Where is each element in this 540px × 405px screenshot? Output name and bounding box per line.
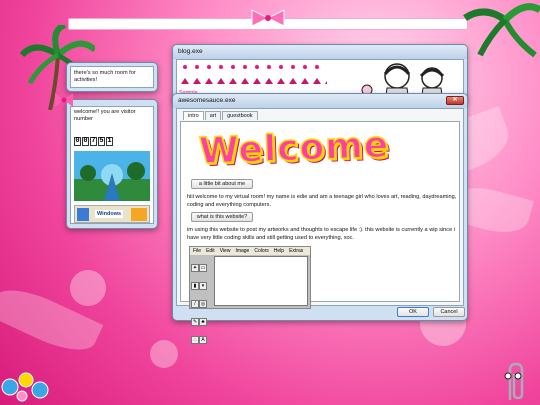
airbrush-icon[interactable]: ∴ <box>191 336 199 344</box>
visitor-text: welcome!! you are visitor number <box>74 109 136 122</box>
free-select-icon[interactable]: ✦ <box>191 264 199 272</box>
welcome-heading: Welcome <box>198 124 391 173</box>
eraser-icon[interactable]: ▮ <box>191 282 199 290</box>
visitor-window[interactable]: welcome!! you are visitor number 0 0 7 5… <box>66 99 158 229</box>
paint-toolbox: ✦ ▭ ▮ ▾ / ◎ ✎ ♣ ∴ A <box>191 256 211 346</box>
tab-intro[interactable]: intro <box>183 111 204 120</box>
magnifier-icon[interactable]: ◎ <box>199 300 207 308</box>
counter-digit: 5 <box>98 137 105 146</box>
visitor-counter: 0 0 7 5 1 <box>74 137 113 146</box>
background-flower <box>150 340 178 368</box>
paint-menu: File Edit View Image Colors Help Extras <box>190 247 310 255</box>
website-info-button[interactable]: what is this website? <box>191 212 253 222</box>
paint-menu-help[interactable]: Help <box>274 248 284 254</box>
counter-digit: 1 <box>106 137 113 146</box>
pink-bow-icon <box>55 93 73 107</box>
about-text: hiii welcome to my virtual room! my name… <box>187 194 457 208</box>
tab-art[interactable]: art <box>204 111 222 120</box>
bow-icon <box>251 9 285 27</box>
picker-icon[interactable]: / <box>191 300 199 308</box>
flower-gems-icon <box>1 372 49 402</box>
fill-icon[interactable]: ▾ <box>199 282 207 290</box>
paint-menu-colors[interactable]: Colors <box>254 248 268 254</box>
background-flower <box>70 270 106 306</box>
paint-menu-edit[interactable]: Edit <box>206 248 215 254</box>
cancel-button[interactable]: Cancel <box>433 307 465 317</box>
decorative-border <box>181 78 333 84</box>
main-title: awesomesauce.exe <box>178 97 236 104</box>
paint-menu-file[interactable]: File <box>193 248 201 254</box>
paint-menu-view[interactable]: View <box>220 248 231 254</box>
windows-badge: Windows <box>74 205 150 223</box>
tab-guestbook[interactable]: guestbook <box>222 111 258 120</box>
rect-select-icon[interactable]: ▭ <box>199 264 207 272</box>
landscape-image <box>74 151 150 201</box>
counter-digit: 0 <box>82 137 89 146</box>
brush-icon[interactable]: ♣ <box>199 318 207 326</box>
decorative-border <box>179 62 339 72</box>
paint-app[interactable]: File Edit View Image Colors Help Extras … <box>189 246 311 344</box>
paint-canvas[interactable] <box>214 256 308 306</box>
paint-menu-image[interactable]: Image <box>235 248 249 254</box>
paperclip-assistant-icon <box>504 362 524 400</box>
close-button[interactable]: ✕ <box>446 96 464 105</box>
blog-title: blog.exe <box>178 48 203 55</box>
paint-menu-extras[interactable]: Extras <box>289 248 303 254</box>
pencil-icon[interactable]: ✎ <box>191 318 199 326</box>
windows-label: Windows <box>95 210 124 218</box>
counter-digit: 0 <box>74 137 81 146</box>
note-window[interactable]: there's so much room for activities! <box>66 62 158 92</box>
ok-button[interactable]: OK <box>397 307 429 317</box>
about-me-button[interactable]: a little bit about me <box>191 179 253 189</box>
tab-bar: intro art guestbook <box>183 111 259 120</box>
main-window[interactable]: awesomesauce.exe ✕ intro art guestbook W… <box>172 93 468 344</box>
note-text: there's so much room for activities! <box>74 70 136 83</box>
counter-digit: 7 <box>90 137 97 146</box>
website-text: im using this website to post my artwork… <box>187 227 455 241</box>
text-icon[interactable]: A <box>199 336 207 344</box>
tab-panel: Welcome a little bit about me hiii welco… <box>180 121 460 344</box>
